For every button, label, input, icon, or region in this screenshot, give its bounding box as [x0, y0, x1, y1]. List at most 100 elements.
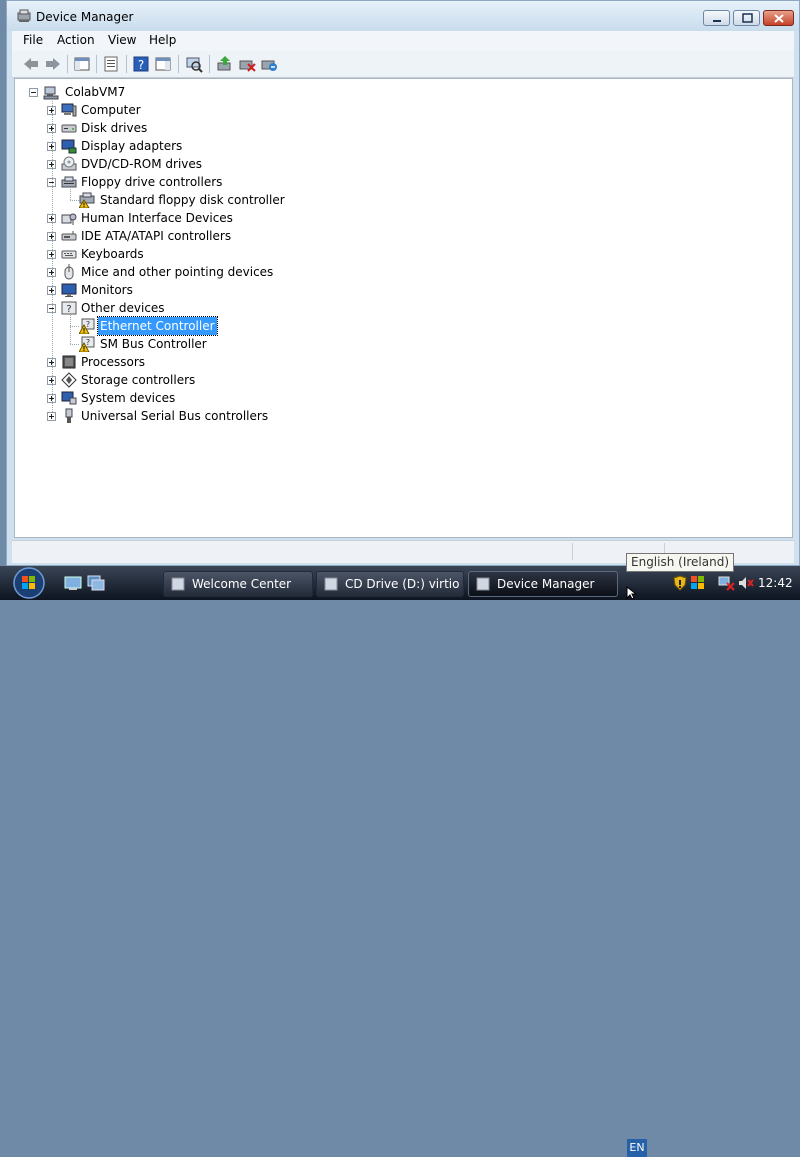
tree-node-label: Ethernet Controller [97, 316, 218, 336]
tree-node-label: Other devices [81, 301, 165, 315]
tree-connector [70, 326, 79, 327]
toolbar-separator [67, 55, 68, 73]
tree-node-label: DVD/CD-ROM drives [81, 157, 203, 171]
network-disconnected-icon[interactable] [718, 575, 736, 594]
tree-category[interactable]: Disk drives [15, 119, 785, 137]
tree-node-label: Floppy drive controllers [81, 175, 223, 189]
tree-category[interactable]: System devices [15, 389, 785, 407]
maximize-button[interactable] [733, 10, 760, 26]
taskbar-button[interactable]: Welcome Center [163, 571, 313, 597]
tree-connector [70, 189, 71, 200]
tree-connector [70, 200, 79, 201]
tree-node-label: Processors [81, 355, 146, 369]
tree-category[interactable]: Human Interface Devices [15, 209, 785, 227]
tree-connector [70, 315, 71, 344]
tree-category[interactable]: Display adapters [15, 137, 785, 155]
tree-category[interactable]: DVD/CD-ROM drives [15, 155, 785, 173]
device-manager-app-icon [17, 9, 33, 23]
svg-text:?: ? [86, 338, 90, 347]
security-shield-icon[interactable] [672, 575, 688, 594]
update-driver-button[interactable] [215, 55, 235, 73]
tree-category[interactable]: Universal Serial Bus controllers [15, 407, 785, 425]
expand-toggle[interactable] [47, 412, 56, 421]
taskbar-button[interactable]: CD Drive (D:) virtio... [316, 571, 464, 597]
tree-category[interactable]: ? Other devices [15, 299, 785, 317]
disk-drive-icon [61, 120, 77, 136]
device-tree-pane[interactable]: ColabVM7 Computer Disk drives Display adapt… [14, 78, 793, 538]
root-computer-icon [43, 84, 59, 100]
usb-icon [61, 408, 77, 424]
computer-icon [61, 102, 77, 118]
mouse-cursor-icon [626, 586, 638, 600]
tree-node-label: Human Interface Devices [81, 211, 233, 225]
keyboard-icon [61, 246, 77, 262]
system-device-icon [61, 390, 77, 406]
taskbar-button-label: CD Drive (D:) virtio... [345, 577, 459, 591]
windows-update-icon[interactable] [690, 575, 706, 594]
close-button[interactable] [763, 10, 794, 26]
tree-category[interactable]: Mice and other pointing devices [15, 263, 785, 281]
tree-category[interactable]: Monitors [15, 281, 785, 299]
menu-help[interactable]: Help [149, 33, 176, 47]
show-desktop-icon[interactable] [64, 575, 82, 591]
tree-node-label: Mice and other pointing devices [81, 265, 274, 279]
mouse-icon [61, 264, 77, 280]
toolbar-separator [209, 55, 210, 73]
title-bar[interactable]: Device Manager [7, 1, 799, 31]
unknown-device-warning-icon: ? [78, 336, 95, 353]
tree-device[interactable]: ? SM Bus Controller [15, 335, 785, 353]
back-button[interactable] [21, 55, 41, 73]
tree-category[interactable]: Keyboards [15, 245, 785, 263]
svg-text:?: ? [86, 320, 90, 329]
tree-node-label: ColabVM7 [65, 85, 126, 99]
tree-root-colabvm7[interactable]: ColabVM7 [15, 83, 785, 101]
taskbar-button-label: Device Manager [497, 577, 595, 591]
tree-category[interactable]: Processors [15, 353, 785, 371]
switch-windows-icon[interactable] [87, 575, 105, 591]
menu-view[interactable]: View [108, 33, 136, 47]
menu-file[interactable]: File [23, 33, 43, 47]
tree-category[interactable]: IDE ATA/ATAPI controllers [15, 227, 785, 245]
language-tooltip: English (Ireland) [626, 553, 735, 572]
toolbar: ? [12, 51, 794, 78]
tree-node-label: Disk drives [81, 121, 148, 135]
tree-device[interactable]: ? Ethernet Controller [15, 316, 785, 336]
tree-node-label: Computer [81, 103, 141, 117]
show-action-pane-button[interactable] [153, 55, 173, 73]
properties-button[interactable] [101, 55, 121, 73]
minimize-button[interactable] [703, 10, 730, 26]
storage-controller-icon [61, 372, 77, 388]
uninstall-device-button[interactable] [259, 55, 279, 73]
clock[interactable]: 12:42 [758, 576, 793, 590]
tree-node-label: Monitors [81, 283, 133, 297]
volume-muted-icon[interactable] [737, 575, 755, 594]
help-button[interactable]: ? [131, 55, 151, 73]
tree-category[interactable]: Floppy drive controllers [15, 173, 785, 191]
forward-button[interactable] [43, 55, 63, 73]
hid-icon [61, 210, 77, 226]
floppy-controller-warning-icon [78, 192, 95, 209]
device-manager-window: Device Manager File Action View Help ? C… [6, 0, 800, 566]
collapse-toggle[interactable] [29, 88, 38, 97]
tree-device[interactable]: Standard floppy disk controller [15, 191, 785, 209]
tree-category[interactable]: Storage controllers [15, 371, 785, 389]
language-indicator[interactable]: EN [627, 1139, 647, 1157]
start-button[interactable] [8, 566, 50, 600]
tree-node-label: Display adapters [81, 139, 183, 153]
tree-category[interactable]: Computer [15, 101, 785, 119]
scan-hardware-changes-button[interactable] [184, 55, 204, 73]
taskbar-button[interactable]: Device Manager [468, 571, 618, 597]
tree-node-label: System devices [81, 391, 176, 405]
toolbar-separator [96, 55, 97, 73]
unknown-device-icon: ? [61, 300, 77, 316]
display-adapter-icon [61, 138, 77, 154]
cd-drive-icon [323, 576, 339, 592]
taskbar-button-label: Welcome Center [192, 577, 292, 591]
tree-connector [70, 344, 79, 345]
tree-node-label: Standard floppy disk controller [100, 193, 285, 207]
menu-action[interactable]: Action [57, 33, 95, 47]
device-manager-task-icon [475, 576, 491, 592]
show-hide-console-tree-button[interactable] [72, 55, 92, 73]
disable-device-button[interactable] [237, 55, 257, 73]
dvd-drive-icon [61, 156, 77, 172]
